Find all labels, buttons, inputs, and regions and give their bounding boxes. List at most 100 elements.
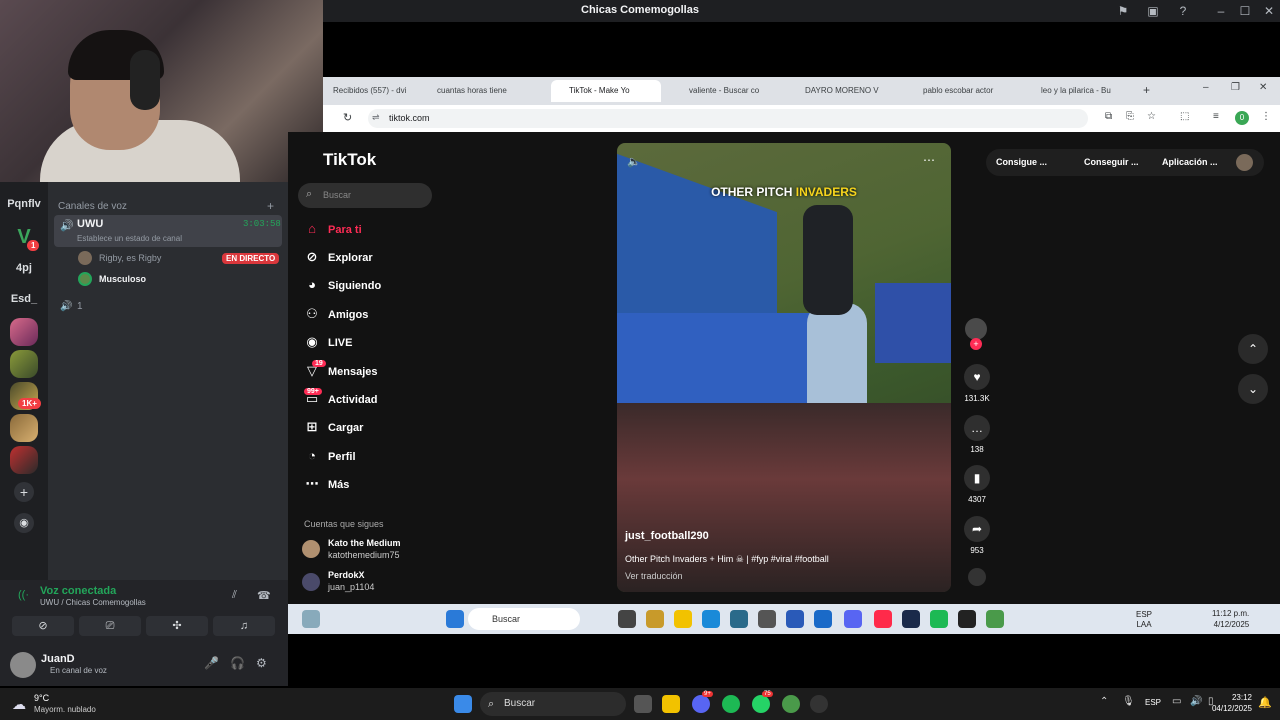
address-bar[interactable]: ⇌ tiktok.com xyxy=(368,109,1088,128)
browser-tab[interactable]: leo y la pilarica - Bu xyxy=(1025,80,1133,102)
folder-icon[interactable] xyxy=(662,695,680,713)
creator-avatar[interactable] xyxy=(965,318,987,340)
site-info-icon[interactable]: ⇌ xyxy=(372,112,380,123)
avatar[interactable] xyxy=(302,573,320,591)
close-icon[interactable]: ✕ xyxy=(1262,4,1276,18)
microphone-icon[interactable]: 🎙 xyxy=(1122,696,1135,707)
browser-tab[interactable]: DAYRO MORENO V xyxy=(789,80,897,102)
following-name[interactable]: PerdokX xyxy=(328,570,365,580)
chrome-icon[interactable] xyxy=(986,610,1004,628)
video-author[interactable]: just_football290 xyxy=(625,530,709,542)
nav-amigos[interactable]: ⚇ Amigos xyxy=(302,304,368,324)
nav-para-ti[interactable]: ⌂ Para ti xyxy=(302,219,362,239)
server-icon[interactable] xyxy=(10,350,38,378)
translate-link[interactable]: Ver traducción xyxy=(625,571,683,581)
weather-icon[interactable]: ☁ xyxy=(12,696,26,713)
clock[interactable]: 11:12 p.m. 4/12/2025 xyxy=(1212,608,1249,630)
windows-start-icon[interactable] xyxy=(454,695,472,713)
soundboard-button[interactable]: ♫ xyxy=(213,616,275,636)
voice-channel-uwu[interactable]: 🔊 UWU 3:03:58 Establece un estado de can… xyxy=(54,215,282,247)
follow-plus-icon[interactable]: + xyxy=(970,338,982,350)
add-server-icon[interactable]: + xyxy=(14,482,34,502)
avatar[interactable] xyxy=(302,540,320,558)
reload-icon[interactable]: ↻ xyxy=(343,111,352,124)
screen-share-button[interactable]: ⎚ xyxy=(79,616,141,636)
taskbar-search[interactable]: ⌕ Buscar xyxy=(480,692,626,716)
outlook-icon[interactable] xyxy=(814,610,832,628)
browser-tab[interactable]: valiente - Buscar co xyxy=(673,80,781,102)
like-button[interactable]: ♥ 131.3K xyxy=(957,364,997,403)
user-avatar[interactable] xyxy=(10,652,36,678)
nav-mas[interactable]: ⋯ Más xyxy=(302,474,350,494)
discord-icon[interactable] xyxy=(692,695,710,713)
menu-icon[interactable]: ⋮ xyxy=(1261,111,1271,122)
inbox-icon[interactable]: ⚑ xyxy=(1116,4,1130,18)
chrome-icon[interactable] xyxy=(782,695,800,713)
maximize-icon[interactable]: ☐ xyxy=(1238,4,1252,18)
browser-tab[interactable]: cuantas horas tiene xyxy=(437,80,545,102)
restore-icon[interactable]: ❐ xyxy=(1231,82,1240,93)
screen-share-icon[interactable]: ▣ xyxy=(1146,4,1160,18)
vscode-icon[interactable] xyxy=(786,610,804,628)
comment-button[interactable]: … 138 xyxy=(957,415,997,454)
server-icon[interactable] xyxy=(10,318,38,346)
video-player[interactable]: OTHER PITCH INVADERS 🔈 ⋯ just_football29… xyxy=(617,143,951,592)
search-input[interactable]: ⌕ Buscar xyxy=(298,183,432,208)
server-icon[interactable] xyxy=(10,414,38,442)
voice-channel-1[interactable]: 1 xyxy=(77,301,83,312)
install-icon[interactable]: ⎘ xyxy=(1126,111,1134,122)
noise-suppression-icon[interactable]: ⫽ xyxy=(232,589,237,602)
settings-icon[interactable]: ⚙ xyxy=(256,656,267,670)
more-icon[interactable]: ⋯ xyxy=(923,153,935,167)
store-icon[interactable] xyxy=(730,610,748,628)
volume-icon[interactable]: 🔊 xyxy=(1190,696,1202,707)
voice-member[interactable]: Rigby, es Rigby xyxy=(99,253,161,263)
minimize-icon[interactable]: – xyxy=(1214,4,1228,18)
voice-status[interactable]: Voz conectada xyxy=(40,585,116,597)
discord-icon[interactable] xyxy=(844,610,862,628)
app-icon[interactable] xyxy=(758,610,776,628)
network-icon[interactable]: ▭ xyxy=(1172,696,1181,707)
notification-bell-icon[interactable]: 🔔 xyxy=(1258,696,1272,709)
weather-icon[interactable] xyxy=(302,610,320,628)
get-app-button[interactable]: Conseguir ... xyxy=(1084,157,1139,167)
volume-icon[interactable]: 🔈 xyxy=(627,155,641,168)
app-icon[interactable] xyxy=(646,610,664,628)
nav-explorar[interactable]: ⊘ Explorar xyxy=(302,247,373,267)
taskbar-search[interactable]: Buscar xyxy=(468,608,580,630)
nav-live[interactable]: ◉ LIVE xyxy=(302,332,352,352)
activities-button[interactable]: ✣ xyxy=(146,616,208,636)
nav-perfil[interactable]: ◔ Perfil xyxy=(302,446,355,466)
discover-icon[interactable]: ◉ xyxy=(14,513,34,533)
close-icon[interactable]: ✕ xyxy=(1259,82,1267,93)
chevron-down-icon[interactable]: ⌄ xyxy=(1238,374,1268,404)
server-icon[interactable] xyxy=(10,446,38,474)
server-item-pqnflv[interactable]: Pqnflv xyxy=(0,198,48,210)
help-icon[interactable]: ? xyxy=(1176,4,1190,18)
bookmark-star-icon[interactable]: ☆ xyxy=(1147,111,1156,122)
chevron-up-icon[interactable]: ⌃ xyxy=(1238,334,1268,364)
weather-temp[interactable]: 9°C xyxy=(34,693,49,703)
desktop-app-button[interactable]: Aplicación ... xyxy=(1162,157,1218,167)
share-button[interactable]: ➦ 953 xyxy=(957,516,997,555)
browser-tab-active[interactable]: TikTok - Make Yo xyxy=(551,80,661,102)
task-view-icon[interactable] xyxy=(634,695,652,713)
edge-icon[interactable] xyxy=(702,610,720,628)
spotify-icon[interactable] xyxy=(930,610,948,628)
headphones-icon[interactable]: 🎧 xyxy=(230,656,245,670)
nav-siguiendo[interactable]: ◕ Siguiendo xyxy=(302,275,381,295)
extensions-icon[interactable]: ⬚ xyxy=(1180,111,1189,122)
clock[interactable]: 23:12 04/12/2025 xyxy=(1206,692,1252,714)
language-indicator[interactable]: ESP xyxy=(1145,698,1161,707)
server-item-esd[interactable]: Esd_ xyxy=(0,293,48,305)
browser-tab[interactable]: Recibidos (557) - dvi xyxy=(333,80,441,102)
translate-icon[interactable]: ⧉ xyxy=(1105,111,1112,122)
windows-start-icon[interactable] xyxy=(446,610,464,628)
browser-tab[interactable]: pablo escobar actor xyxy=(907,80,1015,102)
camera-off-button[interactable]: ⊘ xyxy=(12,616,74,636)
profile-avatar[interactable]: 0 xyxy=(1235,111,1249,125)
weather-desc[interactable]: Mayorm. nublado xyxy=(34,705,96,714)
steam-icon[interactable] xyxy=(902,610,920,628)
video-caption[interactable]: Other Pitch Invaders + Him ☠ | #fyp #vir… xyxy=(625,554,829,565)
save-button[interactable]: ▮ 4307 xyxy=(957,465,997,504)
